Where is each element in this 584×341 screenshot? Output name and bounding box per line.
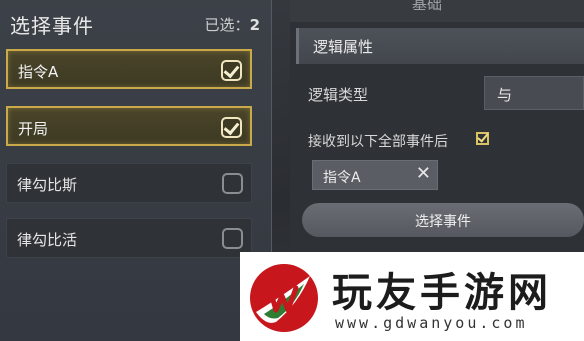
- logic-type-value: 与: [497, 86, 513, 104]
- selected-event-tag: 指令A ✕: [312, 160, 438, 190]
- event-checkbox-checked[interactable]: [221, 60, 242, 81]
- selected-event-tag-label: 指令A: [323, 170, 361, 186]
- site-watermark: 玩友手游网 www.gdwanyou.com: [240, 252, 584, 341]
- tab-basic[interactable]: 基础: [290, 0, 584, 22]
- event-checkbox-checked[interactable]: [221, 117, 242, 138]
- section-title: 逻辑属性: [313, 38, 374, 56]
- event-item-game-start[interactable]: 开局: [6, 106, 252, 146]
- event-checkbox-unchecked[interactable]: [222, 173, 243, 194]
- event-item-3[interactable]: 律勾比斯: [6, 163, 252, 203]
- select-event-button[interactable]: 选择事件: [302, 203, 584, 237]
- event-item-label: 律勾比活: [17, 231, 78, 249]
- event-item-4[interactable]: 律勾比活: [6, 218, 252, 258]
- select-event-button-label: 选择事件: [415, 214, 471, 230]
- site-url: www.gdwanyou.com: [335, 314, 528, 332]
- site-logo-icon: [250, 264, 318, 332]
- selected-count-value: 2: [249, 16, 260, 34]
- logic-properties-header[interactable]: 逻辑属性: [296, 28, 584, 64]
- event-checkbox-unchecked[interactable]: [222, 228, 243, 249]
- event-item-command-a[interactable]: 指令A: [6, 49, 252, 89]
- selected-count-label: 已选：: [204, 16, 250, 34]
- event-item-label: 开局: [18, 120, 49, 138]
- receive-all-events-label: 接收到以下全部事件后: [308, 134, 448, 150]
- tab-basic-label: 基础: [412, 0, 443, 13]
- event-panel-title: 选择事件: [10, 14, 94, 38]
- selected-count: 已选：2: [205, 14, 260, 35]
- logic-type-label: 逻辑类型: [308, 86, 369, 104]
- event-selection-panel: 选择事件 已选：2 指令A 开局 律勾比斯 律勾比活: [0, 0, 272, 341]
- logic-type-select[interactable]: 与: [484, 76, 584, 110]
- close-icon[interactable]: ✕: [416, 163, 431, 184]
- receive-all-events-checkbox[interactable]: [476, 132, 489, 145]
- event-panel-header: 选择事件 已选：2: [0, 0, 272, 44]
- event-item-label: 律勾比斯: [17, 176, 78, 194]
- site-name: 玩友手游网: [332, 269, 552, 316]
- event-item-label: 指令A: [18, 63, 59, 81]
